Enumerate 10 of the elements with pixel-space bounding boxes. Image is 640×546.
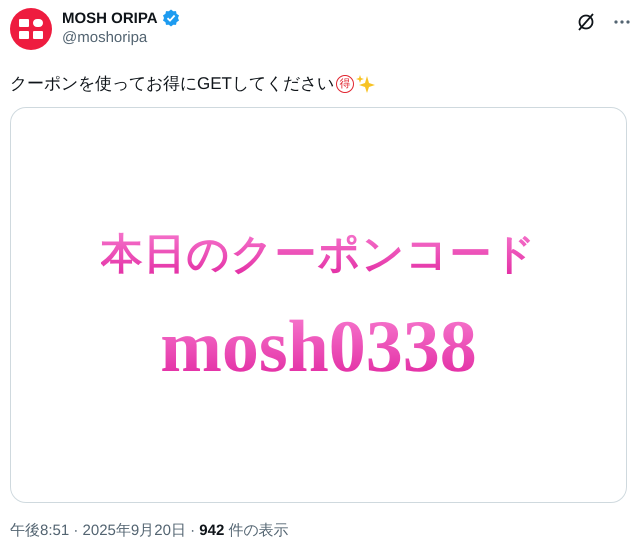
sparkles-icon xyxy=(356,74,376,94)
author-name[interactable]: MOSH ORIPA xyxy=(62,10,158,26)
post-image[interactable]: 本日のクーポンコード mosh0338 xyxy=(10,107,627,503)
author-handle[interactable]: @moshoripa xyxy=(62,29,566,46)
post-meta: 午後8:51 · 2025年9月20日 · 942 件の表示 xyxy=(10,521,290,540)
post-text: クーポンを使ってお得にGETしてください xyxy=(10,73,334,95)
grok-icon[interactable] xyxy=(576,12,596,32)
emoji-badge: 得 xyxy=(336,74,354,92)
avatar-logo-icon[interactable] xyxy=(10,8,52,50)
more-icon[interactable] xyxy=(614,20,630,24)
